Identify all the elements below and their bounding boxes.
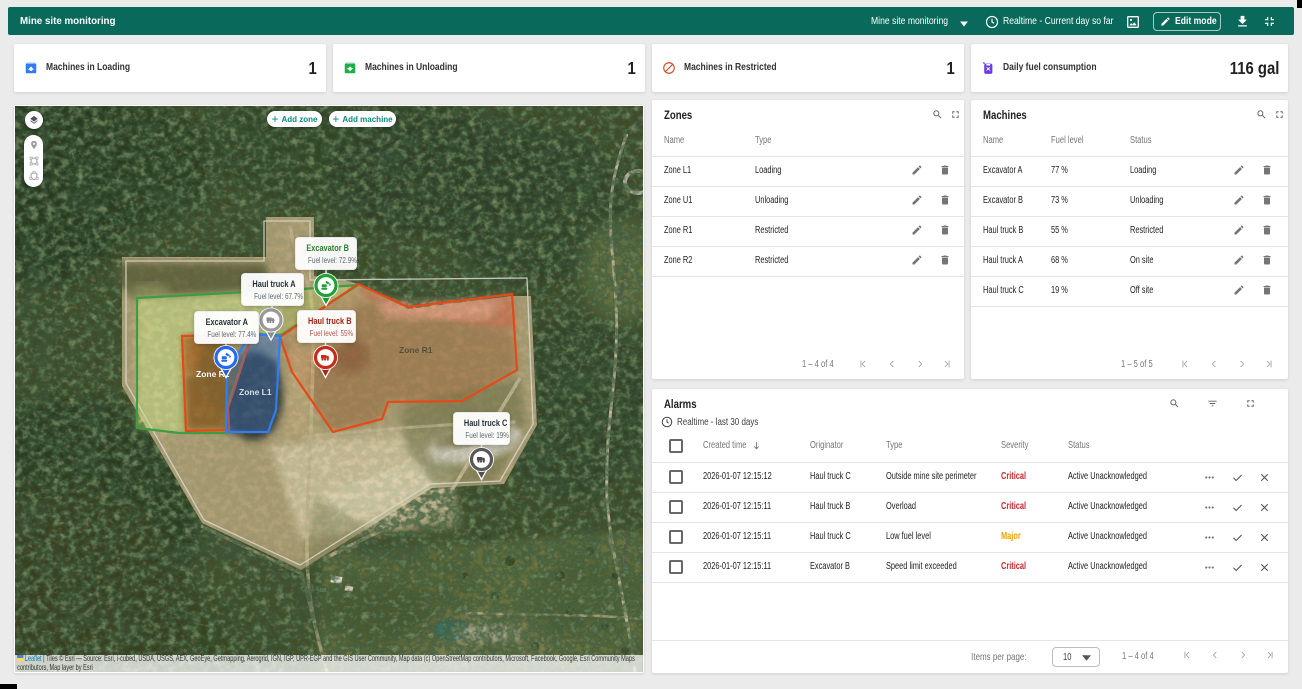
svg-text:Zone L1: Zone L1 — [239, 387, 272, 397]
svg-text:Zone R1: Zone R1 — [399, 345, 433, 355]
